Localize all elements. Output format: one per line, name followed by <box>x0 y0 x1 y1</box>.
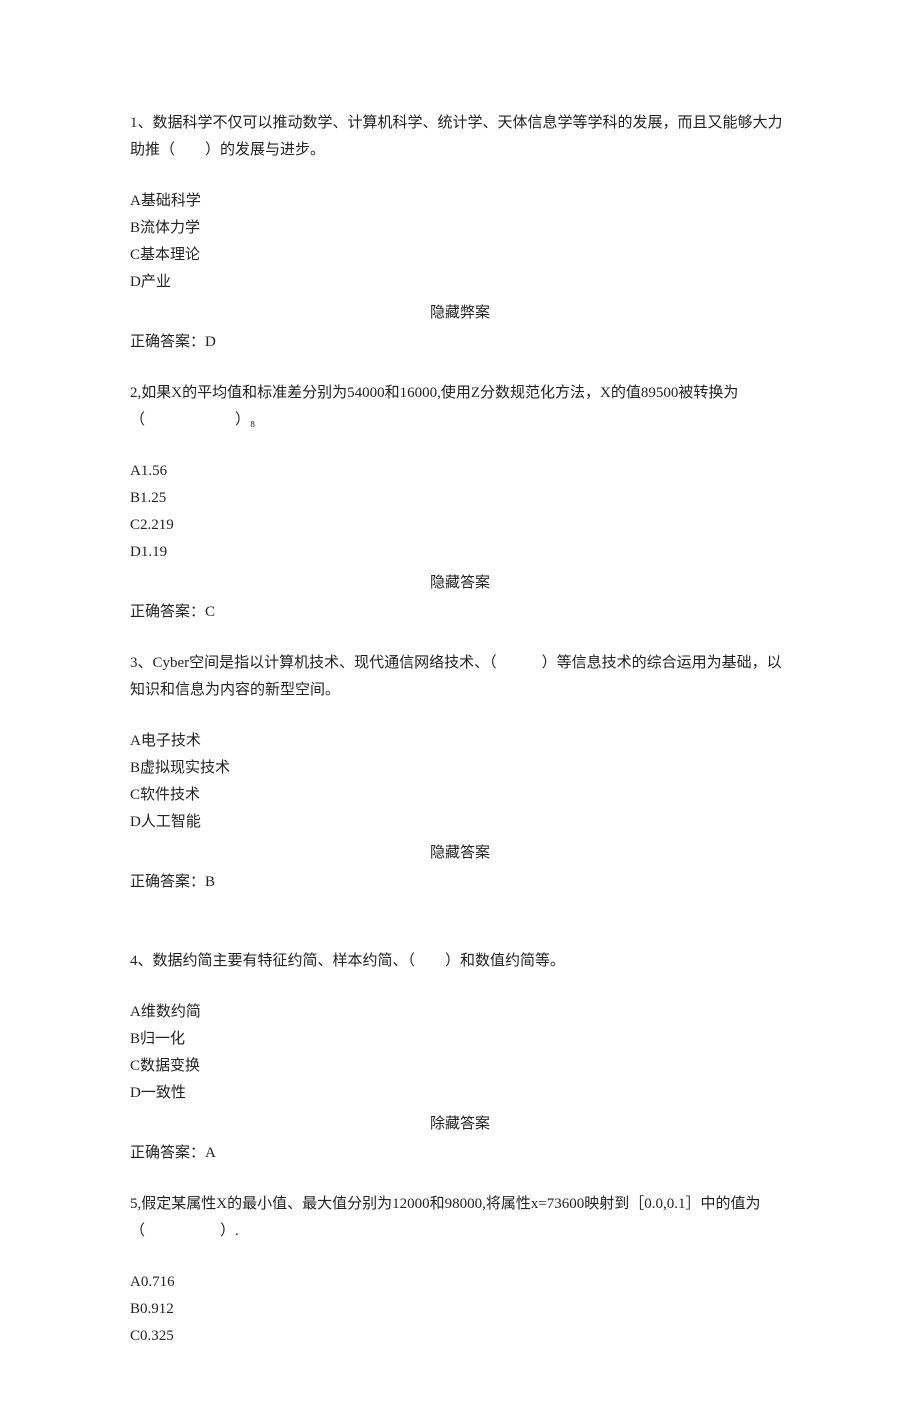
question-4: 4、数据约简主要有特征约简、样本约简、（ ）和数值约简等。 A维数约简 B归一化… <box>130 948 790 1167</box>
option-a: A电子技术 <box>130 728 790 755</box>
option-b: B1.25 <box>130 485 790 512</box>
hide-answer-link[interactable]: 隐藏答案 <box>130 570 790 597</box>
option-c: C数据变换 <box>130 1053 790 1080</box>
option-d: D产业 <box>130 269 790 296</box>
option-a: A基础科学 <box>130 188 790 215</box>
question-stem: 2,如果X的平均值和标准差分别为54000和16000,使用Z分数规范化方法，X… <box>130 380 790 434</box>
question-2: 2,如果X的平均值和标准差分别为54000和16000,使用Z分数规范化方法，X… <box>130 380 790 626</box>
correct-answer: 正确答案：D <box>130 329 790 356</box>
question-stem: 4、数据约简主要有特征约简、样本约简、（ ）和数值约简等。 <box>130 948 790 975</box>
correct-answer: 正确答案：A <box>130 1140 790 1167</box>
question-stem: 1、数据科学不仅可以推动数学、计算机科学、统计学、天体信息学等学科的发展，而且又… <box>130 110 790 164</box>
hide-answer-link[interactable]: 除藏答案 <box>130 1111 790 1138</box>
option-c: C2.219 <box>130 512 790 539</box>
option-b: B虚拟现实技术 <box>130 755 790 782</box>
options: A维数约简 B归一化 C数据变换 D一致性 <box>130 999 790 1107</box>
options: A电子技术 B虚拟现实技术 C软件技术 D人工智能 <box>130 728 790 836</box>
option-c: C软件技术 <box>130 782 790 809</box>
option-a: A0.716 <box>130 1269 790 1296</box>
options: A1.56 B1.25 C2.219 D1.19 <box>130 458 790 566</box>
hide-answer-link[interactable]: 隐藏弊案 <box>130 300 790 327</box>
option-b: B流体力学 <box>130 215 790 242</box>
option-a: A1.56 <box>130 458 790 485</box>
option-b: B0.912 <box>130 1296 790 1323</box>
options: A基础科学 B流体力学 C基本理论 D产业 <box>130 188 790 296</box>
option-c: C基本理论 <box>130 242 790 269</box>
option-d: D人工智能 <box>130 809 790 836</box>
correct-answer: 正确答案：B <box>130 869 790 896</box>
question-stem: 5,假定某属性X的最小值、最大值分别为12000和98000,将属性x=7360… <box>130 1191 790 1245</box>
question-1: 1、数据科学不仅可以推动数学、计算机科学、统计学、天体信息学等学科的发展，而且又… <box>130 110 790 356</box>
question-5: 5,假定某属性X的最小值、最大值分别为12000和98000,将属性x=7360… <box>130 1191 790 1350</box>
question-stem: 3、Cyber空间是指以计算机技术、现代通信网络技术、（ ）等信息技术的综合运用… <box>130 650 790 704</box>
options: A0.716 B0.912 C0.325 <box>130 1269 790 1350</box>
spacer <box>130 920 790 948</box>
option-a: A维数约简 <box>130 999 790 1026</box>
page: 1、数据科学不仅可以推动数学、计算机科学、统计学、天体信息学等学科的发展，而且又… <box>0 0 920 1422</box>
option-d: D1.19 <box>130 539 790 566</box>
correct-answer: 正确答案：C <box>130 599 790 626</box>
hide-answer-link[interactable]: 隐藏答案 <box>130 840 790 867</box>
option-d: D一致性 <box>130 1080 790 1107</box>
option-c: C0.325 <box>130 1323 790 1350</box>
question-3: 3、Cyber空间是指以计算机技术、现代通信网络技术、（ ）等信息技术的综合运用… <box>130 650 790 896</box>
option-b: B归一化 <box>130 1026 790 1053</box>
